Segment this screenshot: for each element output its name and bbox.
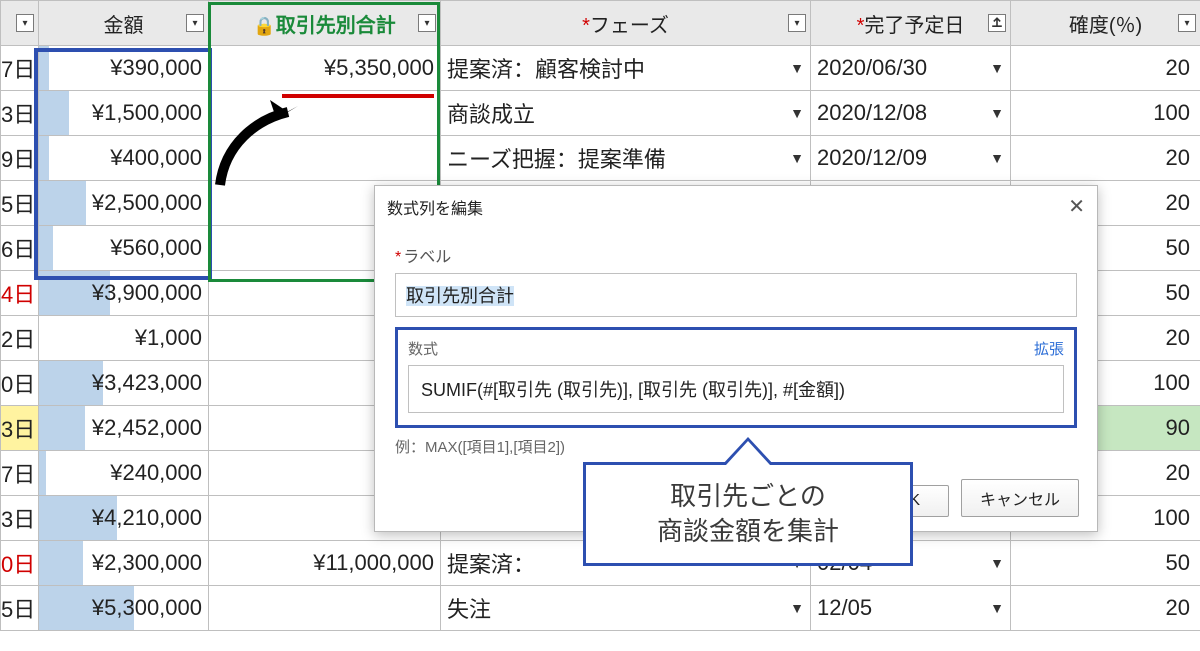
chevron-down-icon[interactable]: ▼: [990, 150, 1004, 166]
filter-icon[interactable]: ▾: [418, 14, 436, 32]
chevron-down-icon[interactable]: ▼: [790, 150, 804, 166]
day-cell: 7日: [1, 451, 39, 496]
chevron-down-icon[interactable]: ▼: [990, 105, 1004, 121]
day-cell: 5日: [1, 181, 39, 226]
amount-cell: ¥4,210,000: [39, 496, 209, 541]
day-cell: 7日: [1, 46, 39, 91]
cancel-button[interactable]: キャンセル: [961, 479, 1079, 517]
col-phase-header[interactable]: *フェーズ▾: [441, 1, 811, 46]
amount-cell: ¥2,300,000: [39, 541, 209, 586]
formula-field-label: 数式: [408, 338, 438, 359]
chevron-down-icon[interactable]: ▼: [790, 60, 804, 76]
expand-link[interactable]: 拡張: [1034, 338, 1064, 359]
chevron-down-icon[interactable]: ▼: [990, 60, 1004, 76]
total-cell: ¥11,000,000: [209, 541, 441, 586]
amount-cell: ¥2,500,000: [39, 181, 209, 226]
amount-cell: ¥2,452,000: [39, 406, 209, 451]
table-row[interactable]: 3日¥1,500,000 商談成立▼2020/12/08▼100: [1, 91, 1200, 136]
amount-cell: ¥240,000: [39, 451, 209, 496]
label-input[interactable]: 取引先別合計: [395, 273, 1077, 317]
amount-cell: ¥560,000: [39, 226, 209, 271]
phase-cell[interactable]: 提案済：顧客検討中▼: [441, 46, 811, 91]
lock-icon: 🔒: [253, 16, 275, 36]
col-prob-header[interactable]: 確度(％)▾: [1011, 1, 1200, 46]
amount-cell: ¥5,300,000: [39, 586, 209, 631]
filter-icon[interactable]: ▾: [788, 14, 806, 32]
amount-cell: ¥3,423,000: [39, 361, 209, 406]
day-cell: 9日: [1, 136, 39, 181]
dialog-title: 数式列を編集: [387, 195, 483, 219]
prob-cell: 50: [1011, 541, 1200, 586]
label-field-label: *ラベル: [395, 243, 1077, 267]
amount-cell: ¥390,000: [39, 46, 209, 91]
amount-cell: ¥1,500,000: [39, 91, 209, 136]
chevron-down-icon[interactable]: ▼: [990, 600, 1004, 616]
day-cell: 3日: [1, 496, 39, 541]
formula-section-highlight: 数式 拡張 SUMIF(#[取引先 (取引先)], [取引先 (取引先)], #…: [395, 327, 1077, 428]
chevron-down-icon[interactable]: ▼: [990, 555, 1004, 571]
table-row[interactable]: 9日¥400,000 ニーズ把握：提案準備▼2020/12/09▼20: [1, 136, 1200, 181]
prob-cell: 20: [1011, 136, 1200, 181]
prob-cell: 20: [1011, 46, 1200, 91]
day-cell: 3日: [1, 406, 39, 451]
day-cell: 2日: [1, 316, 39, 361]
close-icon[interactable]: ✕: [1068, 194, 1085, 219]
chevron-down-icon[interactable]: ▼: [790, 600, 804, 616]
chevron-down-icon[interactable]: ▼: [790, 105, 804, 121]
amount-cell: ¥3,900,000: [39, 271, 209, 316]
filter-icon[interactable]: ▾: [186, 14, 204, 32]
prob-cell: 20: [1011, 586, 1200, 631]
col-amount-header[interactable]: 金額▾: [39, 1, 209, 46]
amount-cell: ¥1,000: [39, 316, 209, 361]
table-row[interactable]: 5日¥5,300,000 失注▼12/05▼20: [1, 586, 1200, 631]
date-cell[interactable]: 2020/12/09▼: [811, 136, 1011, 181]
day-cell: 4日: [1, 271, 39, 316]
header-row: ▾ 金額▾ 🔒取引先別合計▾ *フェーズ▾ *完了予定日 確度(％)▾: [1, 1, 1200, 46]
total-cell: [209, 586, 441, 631]
filter-icon[interactable]: ▾: [1178, 14, 1196, 32]
callout-box: 取引先ごとの 商談金額を集計: [583, 462, 913, 566]
day-cell: 6日: [1, 226, 39, 271]
day-cell: 0日: [1, 541, 39, 586]
sort-asc-icon[interactable]: [988, 14, 1006, 32]
date-cell[interactable]: 2020/06/30▼: [811, 46, 1011, 91]
arrow-annotation: [200, 90, 320, 200]
phase-cell[interactable]: ニーズ把握：提案準備▼: [441, 136, 811, 181]
phase-cell[interactable]: 失注▼: [441, 586, 811, 631]
amount-cell: ¥400,000: [39, 136, 209, 181]
prob-cell: 100: [1011, 91, 1200, 136]
total-cell: ¥5,350,000: [209, 46, 441, 91]
formula-input[interactable]: SUMIF(#[取引先 (取引先)], [取引先 (取引先)], #[金額]): [408, 365, 1064, 413]
table-row[interactable]: 7日¥390,000¥5,350,000提案済：顧客検討中▼2020/06/30…: [1, 46, 1200, 91]
col-total-header[interactable]: 🔒取引先別合計▾: [209, 1, 441, 46]
day-cell: 5日: [1, 586, 39, 631]
filter-icon[interactable]: ▾: [16, 14, 34, 32]
day-cell: 3日: [1, 91, 39, 136]
phase-cell[interactable]: 商談成立▼: [441, 91, 811, 136]
col-day-header[interactable]: ▾: [1, 1, 39, 46]
date-cell[interactable]: 12/05▼: [811, 586, 1011, 631]
date-cell[interactable]: 2020/12/08▼: [811, 91, 1011, 136]
day-cell: 0日: [1, 361, 39, 406]
col-date-header[interactable]: *完了予定日: [811, 1, 1011, 46]
